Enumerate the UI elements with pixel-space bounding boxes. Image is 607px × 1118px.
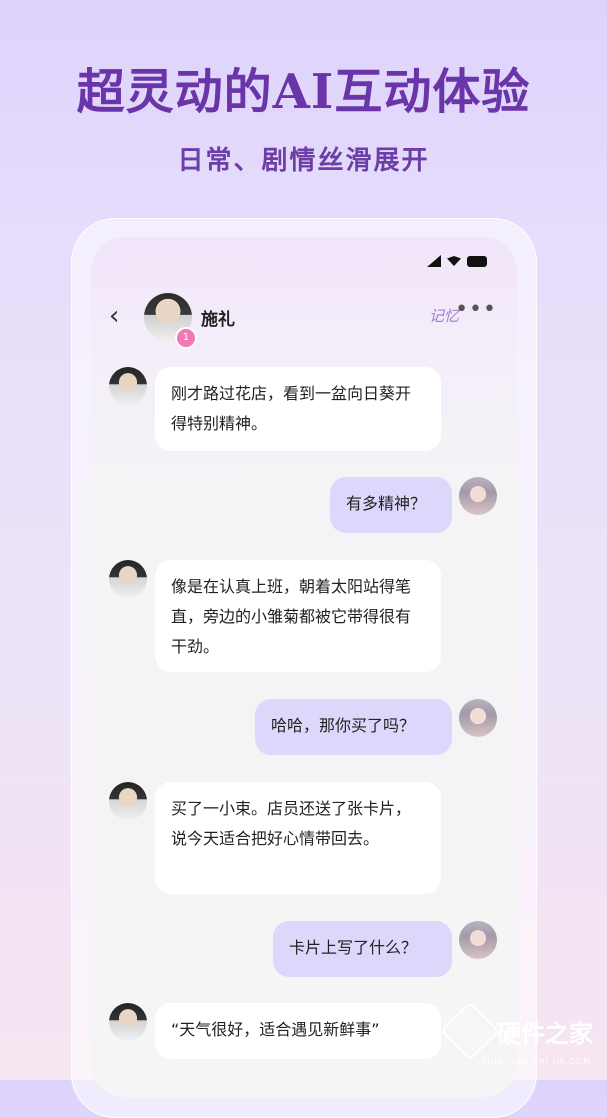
avatar[interactable]: [109, 782, 147, 820]
more-horizontal-icon[interactable]: •••: [455, 297, 497, 322]
status-bar: [427, 255, 487, 267]
message-bubble-left[interactable]: 刚才路过花店，看到一盆向日葵开得特别精神。: [155, 367, 441, 451]
wifi-icon: [447, 256, 461, 266]
avatar[interactable]: [109, 367, 147, 405]
avatar[interactable]: [459, 477, 497, 515]
avatar[interactable]: [459, 699, 497, 737]
watermark-text: 硬件之家: [497, 1019, 593, 1048]
avatar[interactable]: [109, 1003, 147, 1041]
level-badge: 1: [175, 327, 197, 349]
message-bubble-left[interactable]: “天气很好，适合遇见新鲜事”: [155, 1003, 441, 1059]
watermark-subtext: YING JIAN ZHI JIA.COM: [481, 1057, 591, 1066]
chevron-left-icon[interactable]: ‹: [109, 303, 119, 329]
avatar[interactable]: [459, 921, 497, 959]
battery-icon: [467, 255, 487, 267]
message-bubble-left[interactable]: 像是在认真上班，朝着太阳站得笔直，旁边的小雏菊都被它带得很有干劲。: [155, 560, 441, 672]
hero-subtitle: 日常、剧情丝滑展开: [177, 146, 430, 176]
watermark: 硬件之家: [440, 1001, 593, 1061]
contact-name: 施礼: [201, 310, 235, 330]
hero-title: 超灵动的AI互动体验: [76, 64, 531, 120]
message-bubble-right[interactable]: 卡片上写了什么？: [273, 921, 452, 977]
message-bubble-left[interactable]: 买了一小束。店员还送了张卡片，说今天适合把好心情带回去。: [155, 782, 441, 894]
message-bubble-right[interactable]: 有多精神？: [330, 477, 452, 533]
logo-icon: [440, 1001, 500, 1061]
phone-screen: ‹ 1 施礼 记忆 ••• 刚才路过花店，看到一盆向日葵开得特别精神。 有多精神…: [91, 237, 517, 1097]
avatar[interactable]: [109, 560, 147, 598]
chat-header: ‹ 1 施礼 记忆 •••: [91, 293, 517, 349]
message-bubble-right[interactable]: 哈哈，那你买了吗？: [255, 699, 452, 755]
signal-icon: [427, 255, 441, 267]
